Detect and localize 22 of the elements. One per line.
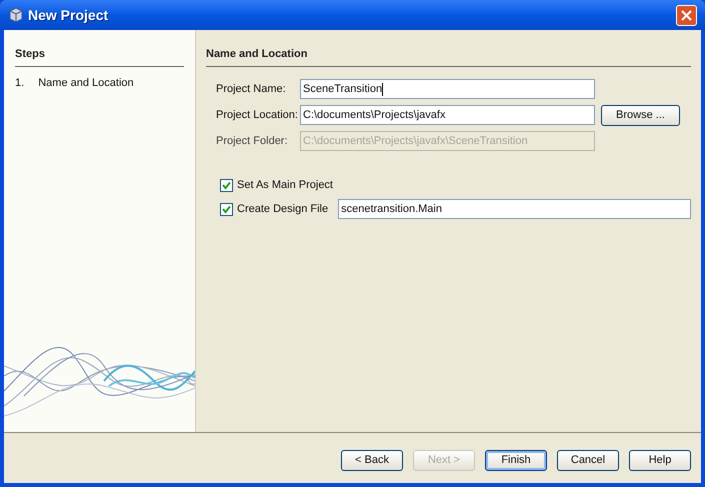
field-label: Project Location: bbox=[216, 108, 299, 123]
checkbox-label[interactable]: Create Design File bbox=[237, 200, 328, 218]
browse-button[interactable]: Browse ... bbox=[601, 104, 680, 126]
dialog-button[interactable]: Finish bbox=[485, 450, 547, 470]
close-button[interactable] bbox=[676, 4, 697, 26]
steps-heading: Steps bbox=[15, 48, 45, 60]
dialog-button[interactable]: Cancel bbox=[557, 450, 619, 470]
cube-icon bbox=[8, 7, 24, 23]
text-field[interactable]: scenetransition.Main bbox=[338, 199, 692, 219]
window-title: New Project bbox=[28, 6, 108, 25]
field-label: Project Name: bbox=[216, 82, 287, 97]
step-item: 1. Name and Location bbox=[15, 76, 135, 91]
checkbox[interactable] bbox=[220, 202, 233, 216]
dialog-button[interactable]: < Back bbox=[341, 450, 403, 470]
text-field[interactable]: SceneTransition bbox=[300, 79, 595, 99]
panel-heading: Name and Location bbox=[206, 48, 308, 60]
dialog-button[interactable]: Help bbox=[629, 450, 691, 470]
field-label: Project Folder: bbox=[216, 134, 289, 149]
text-field[interactable]: C:\documents\Projects\javafx bbox=[300, 105, 595, 125]
checkbox-label[interactable]: Set As Main Project bbox=[237, 176, 333, 194]
checkbox[interactable] bbox=[220, 178, 233, 192]
close-icon bbox=[681, 10, 692, 20]
